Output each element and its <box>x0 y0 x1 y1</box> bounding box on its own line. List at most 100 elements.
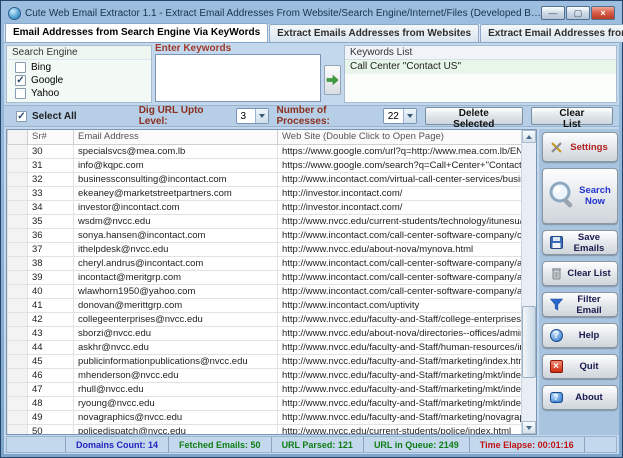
vertical-scrollbar[interactable] <box>521 130 536 434</box>
table-row[interactable]: 50policedispatch@nvcc.eduhttp://www.nvcc… <box>8 424 522 435</box>
table-row[interactable]: 37ithelpdesk@nvcc.eduhttp://www.nvcc.edu… <box>8 242 522 256</box>
site-cell[interactable]: http://www.nvcc.edu/current-students/pol… <box>278 424 522 435</box>
save-emails-button[interactable]: Save Emails <box>542 230 618 255</box>
row-selector[interactable] <box>8 172 28 186</box>
google-checkbox[interactable]: ✓ <box>15 75 26 86</box>
table-row[interactable]: 40wlawhorn1950@yahoo.comhttp://www.incon… <box>8 284 522 298</box>
add-keyword-button[interactable] <box>324 65 341 95</box>
row-selector[interactable] <box>8 186 28 200</box>
table-row[interactable]: 47rhull@nvcc.eduhttp://www.nvcc.edu/facu… <box>8 382 522 396</box>
tab-websites[interactable]: Extract Emails Addresses from Websites <box>269 24 479 42</box>
search-now-button[interactable]: Search Now <box>542 168 618 224</box>
table-row[interactable]: 41donovan@merittgrp.comhttp://www.incont… <box>8 298 522 312</box>
scrollbar-thumb[interactable] <box>522 306 536 378</box>
site-cell[interactable]: http://investor.incontact.com/ <box>278 200 522 214</box>
row-selector[interactable] <box>8 298 28 312</box>
row-selector[interactable] <box>8 382 28 396</box>
site-header[interactable]: Web Site (Double Click to Open Page) <box>278 130 522 144</box>
row-selector[interactable] <box>8 396 28 410</box>
row-selector[interactable] <box>8 368 28 382</box>
row-selector[interactable] <box>8 158 28 172</box>
row-selector[interactable] <box>8 326 28 340</box>
tab-search-engine[interactable]: Email Addresses from Search Engine Via K… <box>5 23 268 42</box>
bing-checkbox[interactable] <box>15 62 26 73</box>
table-row[interactable]: 35wsdm@nvcc.eduhttp://www.nvcc.edu/curre… <box>8 214 522 228</box>
help-button[interactable]: ? Help <box>542 323 618 348</box>
row-selector[interactable] <box>8 424 28 435</box>
table-row[interactable]: 42collegeenterprises@nvcc.eduhttp://www.… <box>8 312 522 326</box>
table-row[interactable]: 33ekeaney@marketstreetpartners.comhttp:/… <box>8 186 522 200</box>
dig-url-select[interactable]: 3 <box>236 108 269 124</box>
yahoo-checkbox[interactable] <box>15 88 26 99</box>
table-row[interactable]: 49novagraphics@nvcc.eduhttp://www.nvcc.e… <box>8 410 522 424</box>
table-row[interactable]: 38cheryl.andrus@incontact.comhttp://www.… <box>8 256 522 270</box>
site-cell[interactable]: http://www.nvcc.edu/faculty-and-Staff/ma… <box>278 382 522 396</box>
site-cell[interactable]: http://www.nvcc.edu/current-students/tec… <box>278 214 522 228</box>
chevron-down-icon[interactable] <box>403 109 416 123</box>
row-selector[interactable] <box>8 144 28 158</box>
maximize-button[interactable]: ▢ <box>566 6 590 20</box>
site-cell[interactable]: http://www.incontact.com/uptivity <box>278 298 522 312</box>
row-selector[interactable] <box>8 256 28 270</box>
row-selector[interactable] <box>8 200 28 214</box>
site-cell[interactable]: http://www.nvcc.edu/about-nova/directori… <box>278 326 522 340</box>
site-cell[interactable]: http://www.incontact.com/call-center-sof… <box>278 256 522 270</box>
engine-option-google[interactable]: ✓ Google <box>7 73 151 86</box>
site-cell[interactable]: http://www.nvcc.edu/faculty-and-Staff/hu… <box>278 340 522 354</box>
row-selector[interactable] <box>8 214 28 228</box>
row-selector[interactable] <box>8 354 28 368</box>
clear-list-button-side[interactable]: Clear List <box>542 261 618 286</box>
table-row[interactable]: 44askhr@nvcc.eduhttp://www.nvcc.edu/facu… <box>8 340 522 354</box>
row-selector[interactable] <box>8 312 28 326</box>
scroll-down-button[interactable] <box>522 421 536 434</box>
clear-list-button[interactable]: Clear List <box>531 107 613 125</box>
engine-option-yahoo[interactable]: Yahoo <box>7 86 151 99</box>
table-row[interactable]: 48ryoung@nvcc.eduhttp://www.nvcc.edu/fac… <box>8 396 522 410</box>
row-selector[interactable] <box>8 284 28 298</box>
table-row[interactable]: 39incontact@meritgrp.comhttp://www.incon… <box>8 270 522 284</box>
keywords-textarea[interactable] <box>155 54 321 102</box>
site-cell[interactable]: https://www.google.com/url?q=http://www.… <box>278 144 522 158</box>
row-selector[interactable] <box>8 242 28 256</box>
table-row[interactable]: 32businessconsulting@incontact.comhttp:/… <box>8 172 522 186</box>
delete-selected-button[interactable]: Delete Selected <box>425 107 523 125</box>
minimize-button[interactable]: — <box>541 6 565 20</box>
row-selector[interactable] <box>8 270 28 284</box>
chevron-down-icon[interactable] <box>255 109 268 123</box>
site-cell[interactable]: http://www.incontact.com/call-center-sof… <box>278 228 522 242</box>
sr-header[interactable]: Sr# <box>28 130 74 144</box>
table-row[interactable]: 31info@kqpc.comhttps://www.google.com/se… <box>8 158 522 172</box>
site-cell[interactable]: http://www.incontact.com/call-center-sof… <box>278 284 522 298</box>
site-cell[interactable]: http://www.nvcc.edu/faculty-and-Staff/co… <box>278 312 522 326</box>
engine-option-bing[interactable]: Bing <box>7 60 151 73</box>
table-row[interactable]: 46mhenderson@nvcc.eduhttp://www.nvcc.edu… <box>8 368 522 382</box>
tab-files[interactable]: Extract Email Addresses from Files <box>480 24 623 42</box>
about-button[interactable]: ? About <box>542 385 618 410</box>
row-selector[interactable] <box>8 228 28 242</box>
row-selector[interactable] <box>8 410 28 424</box>
table-row[interactable]: 36sonya.hansen@incontact.comhttp://www.i… <box>8 228 522 242</box>
table-row[interactable]: 34investor@incontact.comhttp://investor.… <box>8 200 522 214</box>
site-cell[interactable]: http://www.nvcc.edu/about-nova/mynova.ht… <box>278 242 522 256</box>
filter-email-button[interactable]: Filter Email <box>542 292 618 317</box>
site-cell[interactable]: http://www.incontact.com/call-center-sof… <box>278 270 522 284</box>
table-row[interactable]: 45publicinformationpublications@nvcc.edu… <box>8 354 522 368</box>
table-row[interactable]: 43sborzi@nvcc.eduhttp://www.nvcc.edu/abo… <box>8 326 522 340</box>
site-cell[interactable]: http://www.nvcc.edu/faculty-and-Staff/ma… <box>278 354 522 368</box>
site-cell[interactable]: https://www.google.com/search?q=Call+Cen… <box>278 158 522 172</box>
row-selector[interactable] <box>8 340 28 354</box>
email-header[interactable]: Email Address <box>74 130 278 144</box>
select-all-checkbox[interactable]: ✓ <box>16 111 27 122</box>
quit-button[interactable]: × Quit <box>542 354 618 379</box>
keyword-list-item[interactable]: Call Center "Contact US" <box>345 60 616 74</box>
table-row[interactable]: 30specialsvcs@mea.com.lbhttps://www.goog… <box>8 144 522 158</box>
site-cell[interactable]: http://www.nvcc.edu/faculty-and-Staff/ma… <box>278 368 522 382</box>
site-cell[interactable]: http://www.nvcc.edu/faculty-and-Staff/ma… <box>278 396 522 410</box>
close-button[interactable]: × <box>591 6 615 20</box>
scroll-up-button[interactable] <box>522 130 536 143</box>
site-cell[interactable]: http://investor.incontact.com/ <box>278 186 522 200</box>
site-cell[interactable]: http://www.incontact.com/virtual-call-ce… <box>278 172 522 186</box>
settings-button[interactable]: Settings <box>542 132 618 162</box>
select-all-control[interactable]: ✓ Select All <box>16 111 131 122</box>
site-cell[interactable]: http://www.nvcc.edu/faculty-and-Staff/ma… <box>278 410 522 424</box>
